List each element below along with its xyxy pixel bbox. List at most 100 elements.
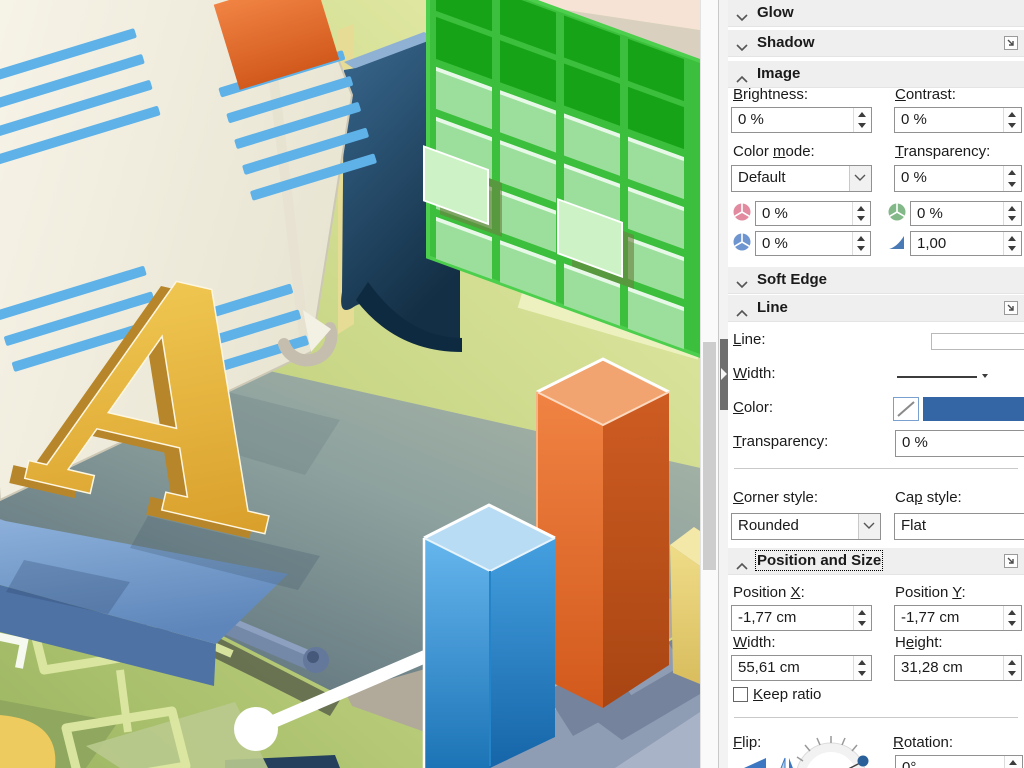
line-style-label: Line: [733,331,766,348]
more-options-icon[interactable] [1004,36,1018,50]
spin-down-icon[interactable] [858,123,866,128]
spin-up-icon[interactable] [1008,170,1016,175]
corner-style-select[interactable]: Rounded [731,513,881,540]
spin-down-icon[interactable] [1008,671,1016,676]
spinner-buttons[interactable] [1004,756,1022,768]
dropdown-button[interactable] [858,514,880,539]
spin-up-icon[interactable] [1008,206,1016,211]
spinner-buttons[interactable] [1003,202,1021,225]
spin-down-icon[interactable] [857,246,865,251]
line-color-picker-icon[interactable] [893,397,919,421]
width-input[interactable]: 55,61 cm [731,655,872,681]
spin-up-icon[interactable] [1008,610,1016,615]
spinner-buttons[interactable] [853,108,871,132]
spin-up-icon[interactable] [1008,660,1016,665]
section-image[interactable]: Image [728,61,1024,88]
spinner-buttons[interactable] [852,202,870,225]
line-color-label: Color: [733,399,773,416]
section-title: Glow [757,4,794,21]
spin-down-icon[interactable] [857,216,865,221]
color-mode-label: Color mode: [733,143,815,160]
position-y-input[interactable]: -1,77 cm [894,605,1022,631]
chevron-down-icon [736,39,748,56]
spinner-buttons[interactable] [852,232,870,255]
spin-up-icon[interactable] [858,660,866,665]
line-width-label: Width: [733,365,776,382]
section-title: Line [757,299,788,316]
spin-down-icon[interactable] [1008,216,1016,221]
line-width-select[interactable] [894,369,1024,385]
line-style-select[interactable] [931,333,1024,350]
chevron-up-icon [736,70,748,87]
position-x-input[interactable]: -1,77 cm [731,605,872,631]
cap-style-label: Cap style: [895,489,962,506]
green-input[interactable]: 0 % [910,201,1022,226]
chevron-up-icon [736,304,748,321]
clipart-illustration: A A [0,0,700,768]
spin-up-icon[interactable] [857,236,865,241]
flip-vertically-icon[interactable] [742,756,768,768]
brightness-input[interactable]: 0 % [731,107,872,133]
spin-down-icon[interactable] [858,671,866,676]
spinner-buttons[interactable] [1003,232,1021,255]
red-input[interactable]: 0 % [755,201,871,226]
section-line[interactable]: Line [728,295,1024,322]
drawing-canvas[interactable]: A A [0,0,700,768]
brightness-label: Brightness: [733,86,808,103]
splitter-grip[interactable] [720,339,728,410]
section-position-size[interactable]: Position and Size [728,548,1024,575]
line-transparency-input[interactable]: 0 % [895,430,1024,457]
section-shadow[interactable]: Shadow [728,30,1024,57]
spin-down-icon[interactable] [1008,182,1016,187]
chevron-down-icon [863,522,875,530]
cap-style-select[interactable]: Flat [894,513,1024,540]
bar-blue [424,505,555,768]
spin-up-icon[interactable] [857,206,865,211]
section-title: Shadow [757,34,815,51]
more-options-icon[interactable] [1004,301,1018,315]
scrollbar-thumb[interactable] [703,342,716,570]
spin-up-icon[interactable] [858,112,866,117]
height-input[interactable]: 31,28 cm [894,655,1022,681]
spin-up-icon[interactable] [1008,236,1016,241]
chevron-down-icon [736,276,748,293]
spin-down-icon[interactable] [1008,621,1016,626]
chevron-down-icon [982,374,988,378]
chevron-up-icon [736,557,748,574]
spin-down-icon[interactable] [858,621,866,626]
spinner-buttons[interactable] [1003,108,1021,132]
spin-down-icon[interactable] [1008,123,1016,128]
contrast-input[interactable]: 0 % [894,107,1022,133]
rotation-dial[interactable] [790,735,900,768]
rotation-input[interactable]: 0° [895,755,1023,768]
dropdown-button[interactable] [849,166,871,191]
dial-handle[interactable] [858,756,869,767]
spinner-buttons[interactable] [1003,606,1021,630]
spin-up-icon[interactable] [858,610,866,615]
height-label: Height: [895,634,943,651]
spin-down-icon[interactable] [1008,246,1016,251]
divider [734,468,1018,469]
position-x-label: Position X: [733,584,805,601]
spinner-buttons[interactable] [1003,166,1021,191]
blue-input[interactable]: 0 % [755,231,871,256]
spinner-buttons[interactable] [853,606,871,630]
color-mode-select[interactable]: Default [731,165,872,192]
keep-ratio-checkbox[interactable] [733,687,748,702]
red-channel-icon [733,203,751,221]
bar-orange [537,359,669,708]
vertical-scrollbar[interactable] [700,0,719,768]
image-transparency-input[interactable]: 0 % [894,165,1022,192]
libreoffice-window: A A [0,0,1024,768]
section-glow[interactable]: Glow [728,0,1024,27]
bar-yellow [670,527,700,684]
spin-up-icon[interactable] [1009,760,1017,765]
more-options-icon[interactable] [1004,554,1018,568]
gamma-input[interactable]: 1,00 [910,231,1022,256]
spin-up-icon[interactable] [1008,112,1016,117]
section-soft-edge[interactable]: Soft Edge [728,267,1024,294]
keep-ratio-label: Keep ratio [753,686,821,703]
spinner-buttons[interactable] [853,656,871,680]
spinner-buttons[interactable] [1003,656,1021,680]
line-color-swatch[interactable] [923,397,1024,421]
